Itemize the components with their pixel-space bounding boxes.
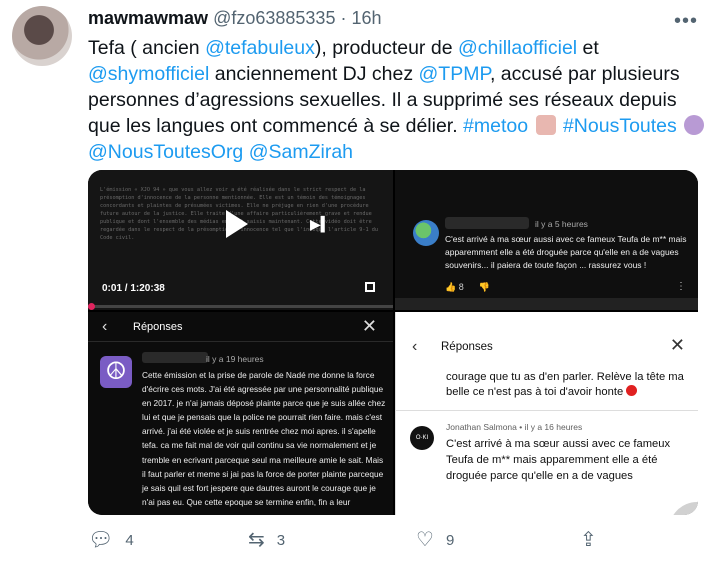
- video-progress-bar[interactable]: [88, 305, 393, 308]
- video-timecode: 0:01 / 1:20:38: [102, 283, 165, 294]
- reply-text: Cette émission et la prise de parole de …: [142, 370, 386, 507]
- woman-emoji-icon: [684, 115, 705, 135]
- replies-header: ‹ Réponses ✕: [88, 312, 393, 342]
- heart-icon: ♡: [416, 529, 434, 551]
- tweet-header: mawmawmaw @fzo63885335 · 16h: [88, 8, 382, 29]
- replies-screenshot-dark: ‹ Réponses ✕ ☮ il y a 19 heures Cette ém…: [88, 312, 393, 515]
- mention-link[interactable]: @NousToutesOrg: [88, 141, 243, 163]
- author-handle[interactable]: @fzo63885335: [213, 8, 335, 28]
- thumbs-down-icon: 👎: [478, 282, 490, 292]
- close-icon: ✕: [361, 316, 377, 336]
- retweet-count: 3: [276, 531, 286, 549]
- replies-title: Réponses: [441, 341, 493, 353]
- back-arrow-icon: ‹: [102, 318, 108, 335]
- play-icon[interactable]: [226, 210, 248, 238]
- reply-time: il y a 19 heures: [206, 354, 264, 364]
- reply-text-content: courage que tu as d'en parler. Relève la…: [446, 371, 684, 398]
- comment-time: il y a 5 heures: [535, 219, 588, 229]
- text-segment: Tefa ( ancien: [88, 37, 206, 59]
- peace-icon: ☮: [100, 356, 132, 388]
- text-recognition-button[interactable]: [669, 502, 698, 515]
- replies-title: Réponses: [133, 321, 183, 333]
- retweet-button[interactable]: ⇆ 3: [248, 530, 285, 550]
- divider: [395, 298, 698, 310]
- share-button[interactable]: ⇪: [580, 530, 609, 550]
- mention-link[interactable]: @tefabuleux: [205, 37, 315, 59]
- like-button[interactable]: ♡ 9: [416, 530, 454, 550]
- more-icon[interactable]: •••: [674, 10, 698, 33]
- reply-button[interactable]: 💬︎ 4: [88, 530, 134, 550]
- thumbs-up-icon: 👍: [445, 282, 457, 292]
- replies-screenshot-light: ‹ Réponses ✕ courage que tu as d'en parl…: [395, 312, 698, 515]
- reply-meta: Jonathan Salmona • il y a 16 heures: [446, 422, 583, 432]
- reply-count: 4: [125, 531, 134, 549]
- retweet-icon: ⇆: [248, 529, 265, 551]
- redacted-username: [445, 217, 529, 229]
- comment-actions: 👍 8 👎: [445, 282, 490, 293]
- mention-link[interactable]: @TPMP: [419, 63, 490, 85]
- text-segment: et: [577, 37, 599, 59]
- share-icon: ⇪: [580, 529, 597, 551]
- mention-link[interactable]: @shymofficiel: [88, 63, 209, 85]
- raised-hand-emoji-icon: [535, 115, 556, 135]
- text-segment: anciennement DJ chez: [209, 63, 419, 85]
- author-name[interactable]: mawmawmaw: [88, 8, 208, 28]
- fullscreen-icon[interactable]: [365, 282, 375, 292]
- hashtag-link[interactable]: #NousToutes: [563, 115, 677, 137]
- reply-text: C'est arrivé à ma sœur aussi avec ce fam…: [446, 438, 671, 482]
- skip-next-icon[interactable]: ▶▍: [310, 216, 332, 233]
- commenter-avatar: [413, 220, 439, 246]
- divider: [396, 410, 698, 411]
- mention-link[interactable]: @chillaofficiel: [458, 37, 577, 59]
- tweet-text: Tefa ( ancien @tefabuleux), producteur d…: [88, 35, 708, 165]
- separator: ·: [340, 8, 347, 28]
- redacted-username: [142, 352, 208, 363]
- avatar[interactable]: [12, 6, 72, 66]
- text-segment: ), producteur de: [314, 37, 458, 59]
- more-vertical-icon: ⋮: [676, 281, 686, 292]
- like-count: 9: [445, 531, 455, 549]
- back-arrow-icon: ‹: [412, 338, 418, 355]
- close-icon: ✕: [669, 335, 685, 355]
- comment-text: C'est arrivé à ma sœur aussi avec ce fam…: [445, 234, 687, 270]
- heart-emoji-icon: [626, 385, 638, 396]
- replies-header: ‹ Réponses ✕: [396, 335, 698, 362]
- tweet-actions: 💬︎ 4 ⇆ 3 ♡ 9 ⇪: [88, 530, 698, 554]
- hashtag-link[interactable]: #metoo: [463, 115, 528, 137]
- reply-text: courage que tu as d'en parler. Relève la…: [446, 370, 691, 400]
- mention-link[interactable]: @SamZirah: [249, 141, 353, 163]
- progress-handle[interactable]: [88, 303, 95, 310]
- comment-screenshot-dark: il y a 5 heures C'est arrivé à ma sœur a…: [395, 170, 698, 310]
- media-grid[interactable]: L'émission « XJO 94 » que vous allez voi…: [88, 170, 698, 515]
- commenter-avatar: O·KI: [410, 426, 434, 450]
- video-player[interactable]: L'émission « XJO 94 » que vous allez voi…: [88, 170, 393, 310]
- timestamp[interactable]: 16h: [351, 8, 381, 28]
- reply-icon: 💬︎: [88, 529, 114, 551]
- comment-like-count: 8: [458, 282, 464, 292]
